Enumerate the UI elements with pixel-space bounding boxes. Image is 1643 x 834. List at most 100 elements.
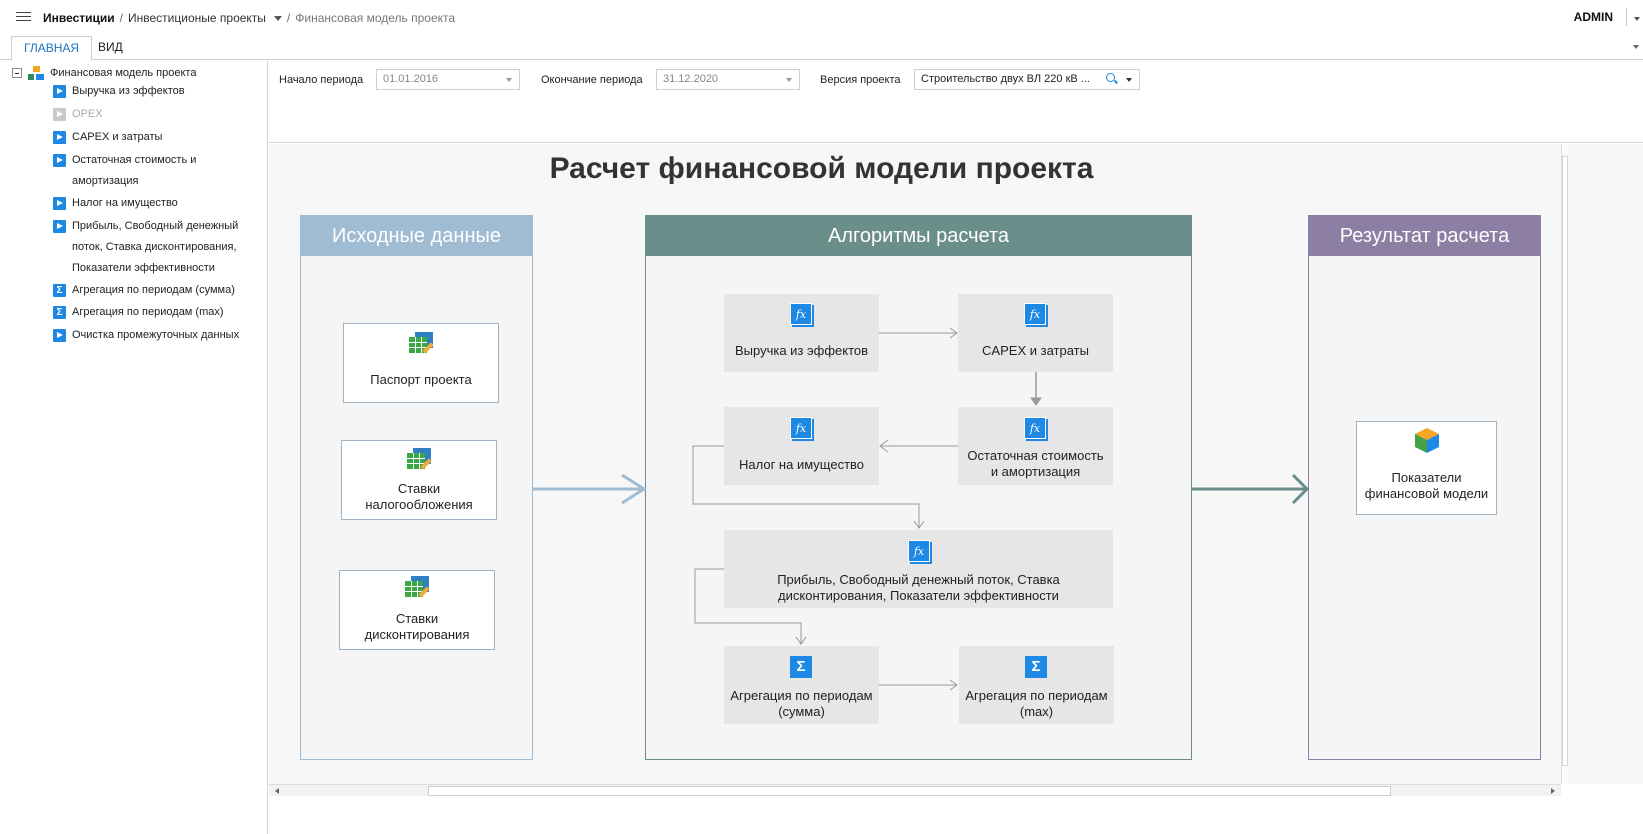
algo-label: CAPEX и затраты [982, 343, 1089, 358]
source-data-header: Исходные данные [301, 216, 532, 256]
tree-item-label: Прибыль, Свободный денежный поток, Ставк… [72, 220, 239, 274]
chevron-down-icon [506, 78, 512, 82]
tab-main[interactable]: ГЛАВНАЯ [11, 36, 93, 61]
user-name[interactable]: ADMIN [1574, 10, 1613, 24]
breadcrumb: Инвестиции / Инвестиционые проекты / Финансо… [43, 11, 455, 25]
algo-profit[interactable]: fx Прибыль, Свободный денежный поток, Ст… [724, 530, 1113, 608]
algo-label: Выручка из эффектов [734, 343, 869, 358]
sigma-icon: Σ [790, 656, 812, 678]
divider [1626, 8, 1627, 26]
function-icon: fx [1024, 303, 1046, 325]
breadcrumb-root[interactable]: Инвестиции [43, 11, 115, 25]
result-card[interactable]: Показатели финансовой модели [1356, 421, 1497, 515]
tree-item-label: Агрегация по периодам (сумма) [72, 284, 235, 296]
tree-item-label: Очистка промежуточных данных [72, 329, 240, 341]
start-period-value: 01.01.2016 [383, 73, 439, 85]
breadcrumb-separator: / [286, 11, 291, 25]
algo-label: Агрегация по периодам (max) [965, 688, 1108, 719]
end-period-value: 31.12.2020 [663, 73, 719, 85]
tree-item-opex[interactable]: OPEX [53, 104, 250, 125]
footer-blank [269, 796, 1643, 834]
user-menu-chevron-icon[interactable] [1634, 17, 1640, 21]
parameter-bar: Начало периода 01.01.2016 Окончание пери… [269, 61, 1643, 143]
top-bar: Инвестиции / Инвестиционые проекты / Финансо… [0, 0, 1643, 34]
function-icon: fx [1024, 417, 1046, 439]
scroll-left-icon[interactable] [275, 788, 279, 794]
algo-residual-value[interactable]: fx Остаточная стоимость и амортизация [958, 407, 1113, 485]
end-period-label: Окончание периода [541, 74, 643, 86]
tree-item-cleanup[interactable]: Очистка промежуточных данных [53, 325, 250, 346]
algo-label: Прибыль, Свободный денежный поток, Ставк… [777, 572, 1060, 603]
diagram-title: Расчет финансовой модели проекта [549, 152, 1094, 185]
project-version-label: Версия проекта [820, 74, 901, 86]
scroll-right-icon[interactable] [1551, 788, 1555, 794]
start-period-select[interactable]: 01.01.2016 [376, 69, 520, 90]
collapse-icon[interactable] [12, 68, 22, 78]
scroll-thumb[interactable] [428, 786, 1391, 796]
project-version-value: Строительство двух ВЛ 220 кВ ... [921, 73, 1090, 85]
tree-item-agg-max[interactable]: Σ Агрегация по периодам (max) [53, 302, 250, 323]
spreadsheet-icon [407, 448, 433, 470]
ribbon-collapse-chevron-icon[interactable] [1633, 45, 1639, 49]
tree-root[interactable]: Финансовая модель проекта [12, 64, 196, 82]
play-icon [53, 85, 66, 98]
function-icon: fx [908, 540, 930, 562]
spreadsheet-icon [409, 332, 435, 354]
result-header: Результат расчета [1309, 216, 1540, 256]
algo-label: Налог на имущество [738, 457, 865, 472]
tree-item-property-tax[interactable]: Налог на имущество [53, 193, 250, 214]
algo-aggregation-sum[interactable]: Σ Агрегация по периодам (сумма) [724, 646, 879, 724]
end-period-select[interactable]: 31.12.2020 [656, 69, 800, 90]
chevron-down-icon[interactable] [1126, 78, 1132, 82]
breadcrumb-separator: / [119, 11, 124, 25]
algo-aggregation-max[interactable]: Σ Агрегация по периодам (max) [959, 646, 1114, 724]
tab-view[interactable]: ВИД [86, 36, 135, 61]
sigma-icon: Σ [53, 306, 66, 319]
sigma-icon: Σ [1025, 656, 1047, 678]
breadcrumb-current: Финансовая модель проекта [295, 11, 456, 25]
project-version-select[interactable]: Строительство двух ВЛ 220 кВ ... [914, 69, 1140, 90]
breadcrumb-middle[interactable]: Инвестиционые проекты [128, 11, 266, 25]
cube-icon [1415, 428, 1439, 453]
start-period-label: Начало периода [279, 74, 364, 86]
function-icon: fx [790, 417, 812, 439]
spreadsheet-icon [405, 576, 431, 598]
tree-item-label: OPEX [72, 108, 103, 120]
play-icon [53, 220, 66, 233]
algo-label: Агрегация по периодам (сумма) [730, 688, 873, 719]
algo-label: Остаточная стоимость и амортизация [967, 448, 1104, 479]
scroll-thumb[interactable] [1562, 156, 1568, 766]
source-card-label: Паспорт проекта [370, 372, 472, 387]
tree-item-label: Выручка из эффектов [72, 85, 185, 97]
source-card-label: Ставки налогообложения [365, 481, 473, 512]
source-card-tax-rates[interactable]: Ставки налогообложения [341, 440, 497, 520]
tree-item-label: CAPEX и затраты [72, 131, 163, 143]
sigma-icon: Σ [53, 284, 66, 297]
tree-item-profit[interactable]: Прибыль, Свободный денежный поток, Ставк… [53, 216, 254, 279]
search-icon[interactable] [1106, 73, 1115, 82]
vertical-scrollbar[interactable] [1561, 144, 1568, 784]
algo-property-tax[interactable]: fx Налог на имущество [724, 407, 879, 485]
algo-revenue[interactable]: fx Выручка из эффектов [724, 294, 879, 372]
chevron-down-icon [786, 78, 792, 82]
source-card-passport[interactable]: Паспорт проекта [343, 323, 499, 403]
tree-root-label: Финансовая модель проекта [50, 67, 197, 79]
function-icon: fx [790, 303, 812, 325]
play-icon [53, 131, 66, 144]
source-card-discount-rates[interactable]: Ставки дисконтирования [339, 570, 495, 650]
algo-capex[interactable]: fx CAPEX и затраты [958, 294, 1113, 372]
play-icon [53, 197, 66, 210]
result-card-label: Показатели финансовой модели [1364, 470, 1489, 501]
tree-item-agg-sum[interactable]: Σ Агрегация по периодам (сумма) [53, 280, 250, 301]
tree-item-label: Агрегация по периодам (max) [72, 306, 224, 318]
tree-item-capex[interactable]: CAPEX и затраты [53, 127, 250, 148]
algorithms-header: Алгоритмы расчета [646, 216, 1191, 256]
breadcrumb-dropdown-icon[interactable] [273, 16, 282, 22]
play-icon [53, 108, 66, 121]
hamburger-menu-icon[interactable] [16, 12, 31, 22]
horizontal-scrollbar[interactable] [269, 784, 1561, 796]
play-icon [53, 329, 66, 342]
model-icon [28, 66, 44, 80]
tree-item-revenue[interactable]: Выручка из эффектов [53, 81, 250, 102]
ribbon-tabs: ГЛАВНАЯ ВИД [0, 36, 1643, 61]
